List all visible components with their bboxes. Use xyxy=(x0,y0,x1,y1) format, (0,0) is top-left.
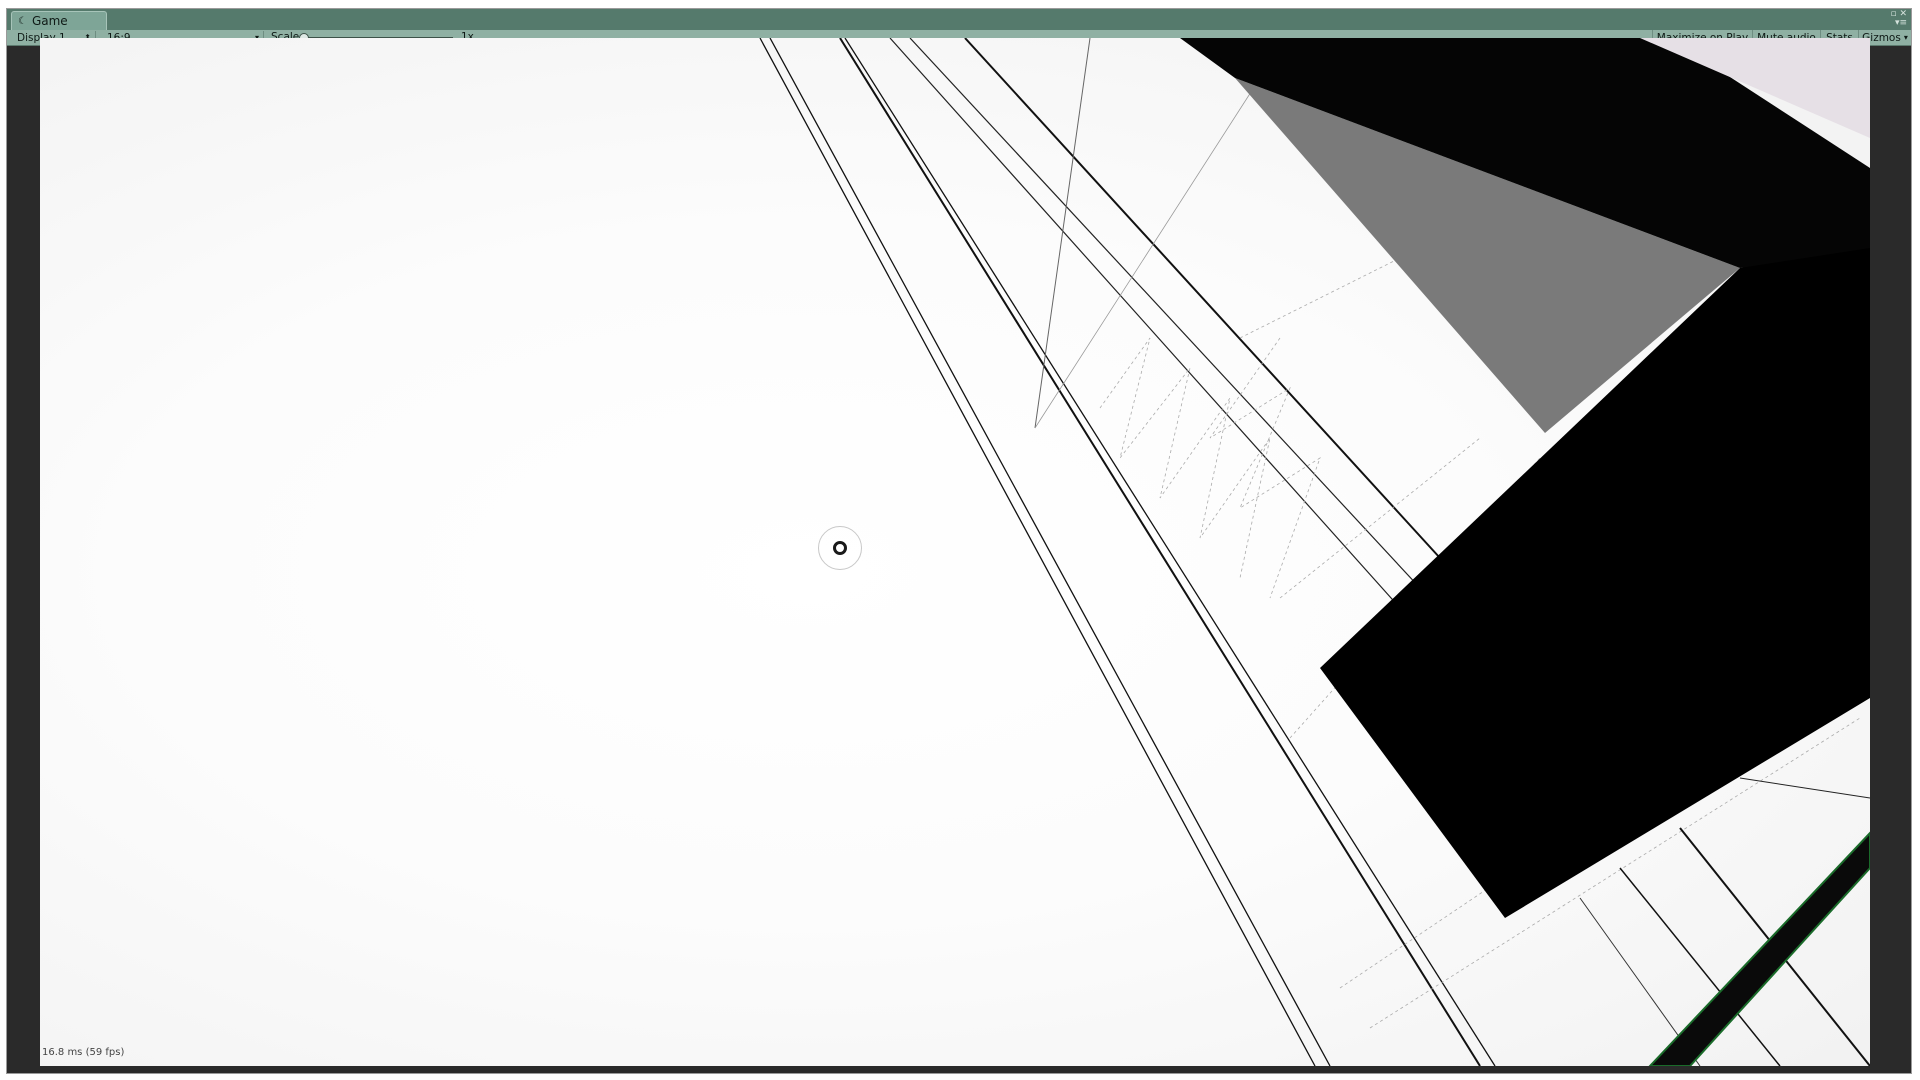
window-controls[interactable]: ▫ ✕ ▾≡ xyxy=(1890,10,1907,28)
scene-beam-line xyxy=(1739,777,1870,799)
tab-game-label: Game xyxy=(31,14,68,28)
scene-edge-beam xyxy=(1648,831,1870,1066)
game-scene-render xyxy=(759,38,1870,1066)
reticle xyxy=(818,526,862,570)
tab-menu-icon[interactable]: ▾≡ xyxy=(1895,19,1907,28)
tab-game[interactable]: ☾ Game xyxy=(11,11,107,30)
unity-game-icon: ☾ xyxy=(18,15,27,27)
chevron-down-icon: ▾ xyxy=(1903,33,1908,42)
fps-readout: 16.8 ms (59 fps) xyxy=(42,1047,125,1058)
reticle-icon xyxy=(833,541,847,555)
scene-thin-line xyxy=(1034,77,1261,429)
scene-thin-line xyxy=(1034,38,1091,429)
tab-strip: ☾ Game ▫ ✕ ▾≡ xyxy=(7,9,1911,30)
game-viewport[interactable]: 16.8 ms (59 fps) xyxy=(40,38,1870,1066)
